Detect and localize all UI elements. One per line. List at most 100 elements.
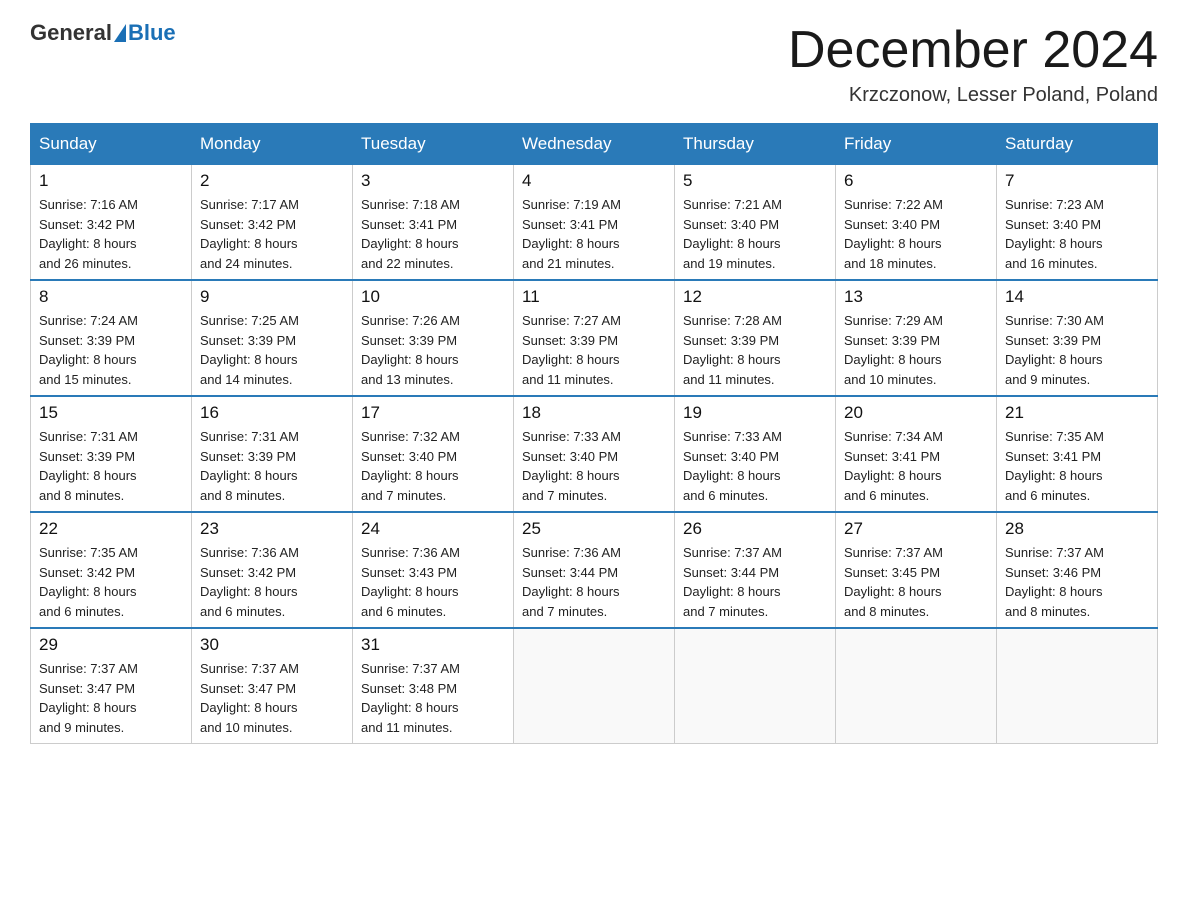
day-number: 11 (522, 287, 666, 307)
location-text: Krzczonow, Lesser Poland, Poland (788, 84, 1158, 107)
day-number: 19 (683, 403, 827, 423)
logo-triangle-icon (114, 24, 126, 42)
day-info: Sunrise: 7:23 AMSunset: 3:40 PMDaylight:… (1005, 195, 1149, 273)
day-info: Sunrise: 7:36 AMSunset: 3:44 PMDaylight:… (522, 543, 666, 621)
day-info: Sunrise: 7:35 AMSunset: 3:41 PMDaylight:… (1005, 427, 1149, 505)
day-info: Sunrise: 7:17 AMSunset: 3:42 PMDaylight:… (200, 195, 344, 273)
calendar-cell: 17 Sunrise: 7:32 AMSunset: 3:40 PMDayligh… (353, 396, 514, 512)
day-number: 12 (683, 287, 827, 307)
col-sunday: Sunday (31, 124, 192, 165)
calendar-cell: 22 Sunrise: 7:35 AMSunset: 3:42 PMDayligh… (31, 512, 192, 628)
day-number: 20 (844, 403, 988, 423)
day-info: Sunrise: 7:37 AMSunset: 3:47 PMDaylight:… (39, 659, 183, 737)
day-number: 2 (200, 171, 344, 191)
day-number: 17 (361, 403, 505, 423)
calendar-cell: 31 Sunrise: 7:37 AMSunset: 3:48 PMDayligh… (353, 628, 514, 744)
col-thursday: Thursday (675, 124, 836, 165)
calendar-week-1: 1Sunrise: 7:16 AMSunset: 3:42 PMDaylight… (31, 165, 1158, 281)
calendar-cell: 14 Sunrise: 7:30 AMSunset: 3:39 PMDayligh… (997, 280, 1158, 396)
day-number: 13 (844, 287, 988, 307)
title-area: December 2024 Krzczonow, Lesser Poland, … (788, 20, 1158, 107)
day-info: Sunrise: 7:25 AMSunset: 3:39 PMDaylight:… (200, 311, 344, 389)
day-number: 6 (844, 171, 988, 191)
calendar-cell: 10 Sunrise: 7:26 AMSunset: 3:39 PMDayligh… (353, 280, 514, 396)
logo-blue-text: Blue (128, 20, 176, 46)
calendar-cell (836, 628, 997, 744)
calendar-cell: 16 Sunrise: 7:31 AMSunset: 3:39 PMDayligh… (192, 396, 353, 512)
day-info: Sunrise: 7:31 AMSunset: 3:39 PMDaylight:… (200, 427, 344, 505)
logo-general-text: General (30, 20, 112, 46)
day-number: 18 (522, 403, 666, 423)
day-info: Sunrise: 7:37 AMSunset: 3:48 PMDaylight:… (361, 659, 505, 737)
day-number: 14 (1005, 287, 1149, 307)
month-title: December 2024 (788, 20, 1158, 80)
calendar-cell: 27 Sunrise: 7:37 AMSunset: 3:45 PMDayligh… (836, 512, 997, 628)
calendar-cell: 2 Sunrise: 7:17 AMSunset: 3:42 PMDaylight… (192, 165, 353, 281)
day-info: Sunrise: 7:26 AMSunset: 3:39 PMDaylight:… (361, 311, 505, 389)
day-info: Sunrise: 7:31 AMSunset: 3:39 PMDaylight:… (39, 427, 183, 505)
day-info: Sunrise: 7:16 AMSunset: 3:42 PMDaylight:… (39, 195, 183, 273)
calendar-cell: 28 Sunrise: 7:37 AMSunset: 3:46 PMDayligh… (997, 512, 1158, 628)
day-info: Sunrise: 7:18 AMSunset: 3:41 PMDaylight:… (361, 195, 505, 273)
day-number: 30 (200, 635, 344, 655)
col-saturday: Saturday (997, 124, 1158, 165)
header-row: Sunday Monday Tuesday Wednesday Thursday… (31, 124, 1158, 165)
calendar-cell: 18 Sunrise: 7:33 AMSunset: 3:40 PMDayligh… (514, 396, 675, 512)
calendar-week-4: 22 Sunrise: 7:35 AMSunset: 3:42 PMDayligh… (31, 512, 1158, 628)
day-number: 24 (361, 519, 505, 539)
day-info: Sunrise: 7:24 AMSunset: 3:39 PMDaylight:… (39, 311, 183, 389)
calendar-cell: 19Sunrise: 7:33 AMSunset: 3:40 PMDayligh… (675, 396, 836, 512)
day-number: 7 (1005, 171, 1149, 191)
calendar-week-3: 15 Sunrise: 7:31 AMSunset: 3:39 PMDayligh… (31, 396, 1158, 512)
day-number: 4 (522, 171, 666, 191)
day-info: Sunrise: 7:37 AMSunset: 3:44 PMDaylight:… (683, 543, 827, 621)
calendar-cell: 25 Sunrise: 7:36 AMSunset: 3:44 PMDayligh… (514, 512, 675, 628)
calendar-cell: 24 Sunrise: 7:36 AMSunset: 3:43 PMDayligh… (353, 512, 514, 628)
day-info: Sunrise: 7:35 AMSunset: 3:42 PMDaylight:… (39, 543, 183, 621)
calendar-cell: 4 Sunrise: 7:19 AMSunset: 3:41 PMDaylight… (514, 165, 675, 281)
day-info: Sunrise: 7:36 AMSunset: 3:43 PMDaylight:… (361, 543, 505, 621)
day-info: Sunrise: 7:37 AMSunset: 3:47 PMDaylight:… (200, 659, 344, 737)
day-info: Sunrise: 7:27 AMSunset: 3:39 PMDaylight:… (522, 311, 666, 389)
day-number: 26 (683, 519, 827, 539)
col-tuesday: Tuesday (353, 124, 514, 165)
calendar-table: Sunday Monday Tuesday Wednesday Thursday… (30, 123, 1158, 744)
day-info: Sunrise: 7:32 AMSunset: 3:40 PMDaylight:… (361, 427, 505, 505)
day-number: 22 (39, 519, 183, 539)
day-info: Sunrise: 7:30 AMSunset: 3:39 PMDaylight:… (1005, 311, 1149, 389)
day-info: Sunrise: 7:37 AMSunset: 3:46 PMDaylight:… (1005, 543, 1149, 621)
calendar-cell: 26 Sunrise: 7:37 AMSunset: 3:44 PMDayligh… (675, 512, 836, 628)
day-number: 16 (200, 403, 344, 423)
day-number: 10 (361, 287, 505, 307)
day-info: Sunrise: 7:36 AMSunset: 3:42 PMDaylight:… (200, 543, 344, 621)
col-monday: Monday (192, 124, 353, 165)
calendar-cell: 1Sunrise: 7:16 AMSunset: 3:42 PMDaylight… (31, 165, 192, 281)
day-info: Sunrise: 7:19 AMSunset: 3:41 PMDaylight:… (522, 195, 666, 273)
calendar-cell: 30 Sunrise: 7:37 AMSunset: 3:47 PMDayligh… (192, 628, 353, 744)
day-info: Sunrise: 7:21 AMSunset: 3:40 PMDaylight:… (683, 195, 827, 273)
day-number: 9 (200, 287, 344, 307)
calendar-cell: 3 Sunrise: 7:18 AMSunset: 3:41 PMDaylight… (353, 165, 514, 281)
day-number: 3 (361, 171, 505, 191)
day-info: Sunrise: 7:33 AMSunset: 3:40 PMDaylight:… (522, 427, 666, 505)
day-info: Sunrise: 7:37 AMSunset: 3:45 PMDaylight:… (844, 543, 988, 621)
col-wednesday: Wednesday (514, 124, 675, 165)
day-number: 25 (522, 519, 666, 539)
day-number: 29 (39, 635, 183, 655)
day-number: 31 (361, 635, 505, 655)
day-number: 15 (39, 403, 183, 423)
calendar-cell (997, 628, 1158, 744)
day-info: Sunrise: 7:29 AMSunset: 3:39 PMDaylight:… (844, 311, 988, 389)
calendar-cell: 12Sunrise: 7:28 AMSunset: 3:39 PMDayligh… (675, 280, 836, 396)
day-number: 5 (683, 171, 827, 191)
day-number: 23 (200, 519, 344, 539)
day-number: 28 (1005, 519, 1149, 539)
calendar-cell: 15 Sunrise: 7:31 AMSunset: 3:39 PMDayligh… (31, 396, 192, 512)
day-number: 27 (844, 519, 988, 539)
logo: General Blue (30, 20, 176, 46)
calendar-cell: 5 Sunrise: 7:21 AMSunset: 3:40 PMDaylight… (675, 165, 836, 281)
calendar-cell (675, 628, 836, 744)
calendar-cell: 20Sunrise: 7:34 AMSunset: 3:41 PMDayligh… (836, 396, 997, 512)
page-header: General Blue December 2024 Krzczonow, Le… (30, 20, 1158, 107)
calendar-cell: 23 Sunrise: 7:36 AMSunset: 3:42 PMDayligh… (192, 512, 353, 628)
